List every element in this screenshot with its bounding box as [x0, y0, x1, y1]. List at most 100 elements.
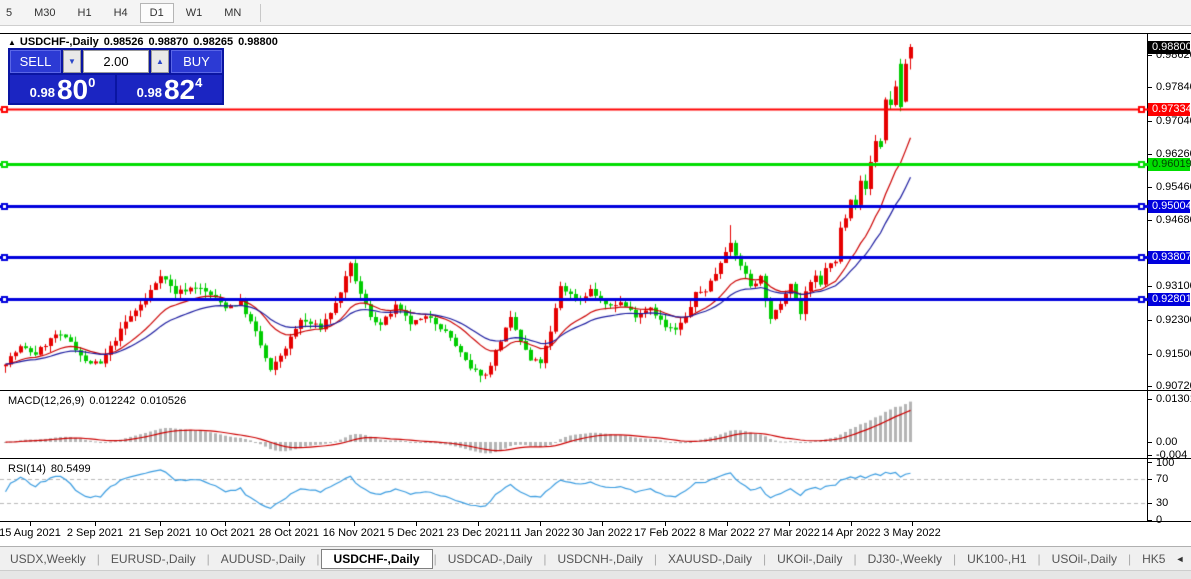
- tab-dj30-weekly[interactable]: DJ30-,Weekly: [858, 550, 952, 568]
- date-label: 5 Dec 2021: [388, 527, 444, 539]
- macd-value-main: 0.012242: [89, 395, 135, 407]
- timeframe-button-w1[interactable]: W1: [176, 3, 213, 23]
- chart-canvas[interactable]: [0, 34, 1148, 522]
- level-price-box-0.95004: 0.95004: [1148, 200, 1190, 213]
- price-tick-label: 0.92300: [1156, 314, 1191, 326]
- chart-tab-bar: USDX,Weekly|EURUSD-,Daily|AUDUSD-,Daily|…: [0, 546, 1191, 570]
- level-price-box-0.92801: 0.92801: [1148, 293, 1190, 306]
- rsi-tick: [1148, 520, 1152, 521]
- tab-uk100-h1[interactable]: UK100-,H1: [957, 550, 1036, 568]
- timeframe-toolbar: 5M30H1H4D1W1MN: [0, 0, 1191, 26]
- tab-scroll-left-icon[interactable]: ◄: [1175, 554, 1184, 564]
- tab-xauusd-daily[interactable]: XAUUSD-,Daily: [658, 550, 762, 568]
- volume-increase-button[interactable]: ▲: [151, 50, 169, 73]
- date-label: 2 Sep 2021: [67, 527, 123, 539]
- timeframe-button-mn[interactable]: MN: [214, 3, 251, 23]
- timeframe-button-d1[interactable]: D1: [140, 3, 174, 23]
- timeframe-button-m30[interactable]: M30: [24, 3, 65, 23]
- level-price-box-0.97334: 0.97334: [1148, 103, 1190, 116]
- date-label: 27 Mar 2022: [758, 527, 820, 539]
- macd-tick-label: 0.00: [1156, 436, 1177, 448]
- sell-price-display[interactable]: 0.98 80 0: [10, 75, 115, 103]
- date-label: 3 May 2022: [883, 527, 940, 539]
- collapse-triangle-icon[interactable]: ▲: [8, 38, 16, 47]
- macd-tick: [1148, 455, 1152, 456]
- ohlc-low: 0.98265: [193, 36, 233, 48]
- tab-audusd-daily[interactable]: AUDUSD-,Daily: [211, 550, 316, 568]
- buy-button[interactable]: BUY: [171, 50, 222, 73]
- price-tick-label: 0.97840: [1156, 81, 1191, 93]
- date-tick: [30, 522, 31, 526]
- date-tick: [665, 522, 666, 526]
- price-tick-label: 0.94680: [1156, 214, 1191, 226]
- rsi-tick: [1148, 503, 1152, 504]
- ohlc-high: 0.98870: [149, 36, 189, 48]
- price-tick-label: 0.93100: [1156, 280, 1191, 292]
- date-tick: [416, 522, 417, 526]
- price-tick: [1148, 386, 1152, 387]
- macd-tick-label: 0.013015: [1156, 393, 1191, 405]
- macd-indicator-label: MACD(12,26,9) 0.012242 0.010526: [8, 395, 191, 407]
- price-tick: [1148, 220, 1152, 221]
- date-label: 28 Oct 2021: [259, 527, 319, 539]
- rsi-tick: [1148, 462, 1152, 463]
- price-tick: [1148, 286, 1152, 287]
- date-tick: [789, 522, 790, 526]
- date-tick: [289, 522, 290, 526]
- ohlc-open: 0.98526: [104, 36, 144, 48]
- price-tick: [1148, 87, 1152, 88]
- tab-usoil-daily[interactable]: USOil-,Daily: [1042, 550, 1127, 568]
- toolbar-divider: [260, 4, 261, 22]
- sell-price-pip: 0: [88, 75, 95, 90]
- symbol-title: USDCHF-,Daily: [20, 36, 99, 48]
- tab-scroll-arrows: ◄►: [1175, 554, 1191, 564]
- date-tick: [225, 522, 226, 526]
- tab-ukoil-daily[interactable]: UKOil-,Daily: [767, 550, 852, 568]
- window-bottom-strip: [0, 570, 1191, 579]
- rsi-tick: [1148, 479, 1152, 480]
- timeframe-button-h4[interactable]: H4: [104, 3, 138, 23]
- date-tick: [95, 522, 96, 526]
- tab-usdcad-daily[interactable]: USDCAD-,Daily: [438, 550, 543, 568]
- tab-eurusd-daily[interactable]: EURUSD-,Daily: [101, 550, 206, 568]
- rsi-indicator-label: RSI(14)80.5499: [8, 463, 96, 475]
- tab-usdx-weekly[interactable]: USDX,Weekly: [0, 550, 96, 568]
- tab-usdcnh-daily[interactable]: USDCNH-,Daily: [548, 550, 653, 568]
- price-tick-label: 0.91500: [1156, 348, 1191, 360]
- volume-decrease-button[interactable]: ▼: [63, 50, 81, 73]
- date-axis[interactable]: 15 Aug 2021 2 Sep 2021 21 Sep 2021 10 Oct 2…: [0, 522, 1148, 546]
- buy-price-big: 82: [164, 78, 195, 102]
- sell-button[interactable]: SELL: [10, 50, 61, 73]
- one-click-trade-panel: SELL ▼ ▲ BUY 0.98 80 0 0.98 82 4: [8, 48, 224, 105]
- date-label: 15 Aug 2021: [0, 527, 61, 539]
- price-tick-label: 0.90720: [1156, 380, 1191, 392]
- macd-tick: [1148, 442, 1152, 443]
- price-tick-label: 0.97040: [1156, 115, 1191, 127]
- date-tick: [540, 522, 541, 526]
- date-tick: [478, 522, 479, 526]
- volume-input[interactable]: [83, 50, 149, 73]
- price-tick-label: 0.95460: [1156, 181, 1191, 193]
- date-label: 14 Apr 2022: [821, 527, 880, 539]
- rsi-tick-label: 30: [1156, 497, 1168, 509]
- price-tick: [1148, 55, 1152, 56]
- buy-price-pip: 4: [195, 75, 202, 90]
- timeframe-button-5[interactable]: 5: [0, 3, 22, 23]
- buy-price-prefix: 0.98: [137, 85, 162, 100]
- price-axis[interactable]: 0.986200.978400.970400.962600.954600.946…: [1148, 0, 1191, 579]
- date-label: 10 Oct 2021: [195, 527, 255, 539]
- macd-value-signal: 0.010526: [140, 395, 186, 407]
- ohlc-close: 0.98800: [238, 36, 278, 48]
- timeframe-button-h1[interactable]: H1: [68, 3, 102, 23]
- tab-hk5[interactable]: HK5: [1132, 550, 1175, 568]
- sell-price-prefix: 0.98: [30, 85, 55, 100]
- price-tick: [1148, 121, 1152, 122]
- price-tick: [1148, 320, 1152, 321]
- date-label: 21 Sep 2021: [129, 527, 191, 539]
- tab-usdchf-daily[interactable]: USDCHF-,Daily: [321, 549, 433, 569]
- buy-price-display[interactable]: 0.98 82 4: [117, 75, 222, 103]
- rsi-tick-label: 70: [1156, 473, 1168, 485]
- date-label: 30 Jan 2022: [572, 527, 633, 539]
- date-label: 23 Dec 2021: [447, 527, 509, 539]
- macd-name: MACD(12,26,9): [8, 395, 84, 407]
